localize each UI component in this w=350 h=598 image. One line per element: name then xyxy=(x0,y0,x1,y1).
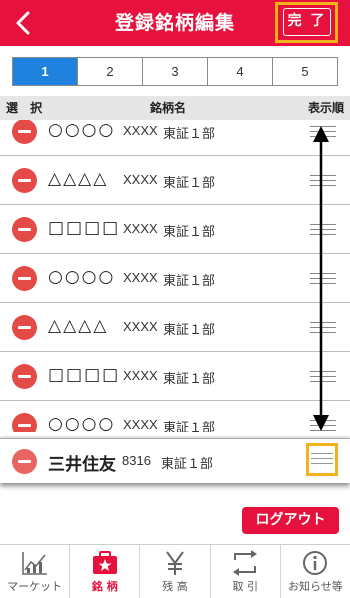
drag-handle-icon[interactable] xyxy=(310,322,336,334)
page-button-4[interactable]: 4 xyxy=(207,58,272,85)
stock-list: ○○○○ XXXX 東証１部 △△△△ XXXX 東証１部 □□□□ XXXX … xyxy=(0,120,350,432)
stock-market: 東証１部 xyxy=(161,457,214,472)
drag-handle-icon[interactable] xyxy=(310,273,336,285)
chart-icon xyxy=(21,552,47,575)
stock-code: XXXX xyxy=(123,221,158,236)
stock-symbol: □□□□ xyxy=(48,218,121,238)
page-button-3[interactable]: 3 xyxy=(142,58,207,85)
delete-icon[interactable] xyxy=(12,120,37,144)
stock-symbol: ○○○○ xyxy=(48,120,116,140)
delete-icon[interactable] xyxy=(12,449,37,474)
stock-market: 東証１部 xyxy=(163,127,216,142)
list-item: △△△△ XXXX 東証１部 xyxy=(0,156,350,205)
column-select-label: 選 択 xyxy=(6,101,47,115)
page-selector: 1 2 3 4 5 xyxy=(12,57,338,86)
logout-button[interactable]: ログアウト xyxy=(242,507,339,534)
stock-code: XXXX xyxy=(123,368,158,383)
done-button[interactable]: 完 了 xyxy=(283,8,331,36)
delete-icon[interactable] xyxy=(12,266,37,291)
list-item: △△△△ XXXX 東証１部 xyxy=(0,303,350,352)
stock-market: 東証１部 xyxy=(163,176,216,191)
delete-icon[interactable] xyxy=(12,217,37,242)
delete-icon[interactable] xyxy=(12,364,37,389)
drag-handle-icon[interactable] xyxy=(310,420,336,432)
stock-code: XXXX xyxy=(123,123,158,138)
list-item: ○○○○ XXXX 東証１部 xyxy=(0,254,350,303)
tab-trade[interactable]: 取 引 xyxy=(209,545,280,598)
stock-name: 三井住友 xyxy=(48,455,116,475)
page-button-2[interactable]: 2 xyxy=(77,58,142,85)
exchange-icon xyxy=(233,550,258,576)
tab-stocks[interactable]: 銘 柄 xyxy=(69,545,139,598)
column-name-label: 銘柄名 xyxy=(150,101,187,115)
info-icon xyxy=(303,551,328,575)
drag-handle-icon[interactable] xyxy=(310,126,336,138)
stock-market: 東証１部 xyxy=(163,372,216,387)
stock-market: 東証１部 xyxy=(163,323,216,338)
column-order-label: 表示順 xyxy=(307,101,344,115)
stock-code: XXXX xyxy=(123,172,158,187)
page-button-1[interactable]: 1 xyxy=(13,58,77,85)
tab-balance[interactable]: 残 高 xyxy=(139,545,209,598)
bottom-tab-bar: マーケット 銘 柄 残 高 取 引 お知らせ等 xyxy=(0,544,350,598)
stock-symbol: ○○○○ xyxy=(48,267,116,287)
stock-code: XXXX xyxy=(123,417,158,432)
list-item: □□□□ XXXX 東証１部 xyxy=(0,352,350,401)
stock-market: 東証１部 xyxy=(163,421,216,432)
stock-code: XXXX xyxy=(123,270,158,285)
tab-notices[interactable]: お知らせ等 xyxy=(279,545,350,598)
delete-icon[interactable] xyxy=(12,315,37,340)
stock-market: 東証１部 xyxy=(163,274,216,289)
stock-symbol: △△△△ xyxy=(48,316,109,336)
stock-code: 8316 xyxy=(122,453,151,468)
stock-market: 東証１部 xyxy=(163,225,216,240)
yen-icon xyxy=(166,551,184,575)
drag-handle-icon[interactable] xyxy=(311,453,333,468)
stock-code: XXXX xyxy=(123,319,158,334)
page-button-5[interactable]: 5 xyxy=(272,58,337,85)
tab-market[interactable]: マーケット xyxy=(0,545,69,598)
tab-label: 取 引 xyxy=(232,580,258,593)
app-header: 登録銘柄編集 完 了 xyxy=(0,0,350,46)
tab-label: マーケット xyxy=(7,580,63,593)
drag-handle-icon[interactable] xyxy=(310,224,336,236)
delete-icon[interactable] xyxy=(12,168,37,193)
delete-icon[interactable] xyxy=(12,413,37,432)
tab-label: 銘 柄 xyxy=(91,580,118,593)
stock-symbol: ○○○○ xyxy=(48,414,116,432)
tab-label: 残 高 xyxy=(162,580,188,593)
dragging-list-item[interactable]: 三井住友 8316 東証１部 xyxy=(0,438,350,483)
list-item: ○○○○ XXXX 東証１部 xyxy=(0,120,350,156)
briefcase-star-icon xyxy=(92,551,117,574)
stock-symbol: △△△△ xyxy=(48,169,109,189)
list-item: □□□□ XXXX 東証１部 xyxy=(0,205,350,254)
drag-handle-icon[interactable] xyxy=(310,371,336,383)
drag-handle-icon[interactable] xyxy=(310,175,336,187)
column-header: 選 択 銘柄名 表示順 xyxy=(0,96,350,120)
tab-label: お知らせ等 xyxy=(288,580,343,593)
list-item: ○○○○ XXXX 東証１部 xyxy=(0,401,350,432)
stock-symbol: □□□□ xyxy=(48,365,121,385)
